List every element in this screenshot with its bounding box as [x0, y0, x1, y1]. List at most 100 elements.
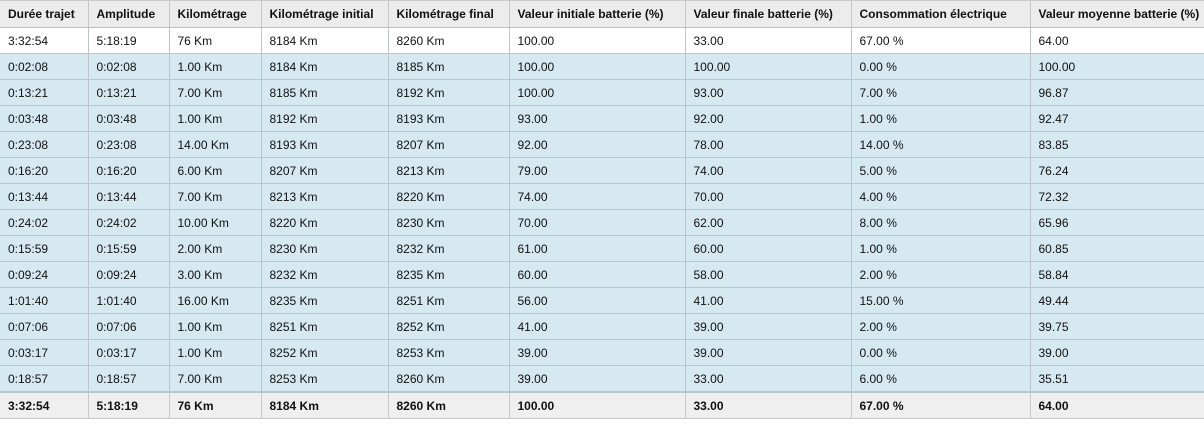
cell-valeur-moyenne-batterie: 49.44: [1030, 287, 1204, 314]
cell-kilometrage: 10.00 Km: [169, 209, 262, 236]
cell-valeur-moyenne-batterie: 76.24: [1030, 157, 1204, 184]
cell-consommation-electrique: 7.00 %: [851, 79, 1031, 106]
cell-kilometrage-initial: 8253 Km: [261, 365, 389, 393]
cell-valeur-finale-batterie: 60.00: [685, 235, 852, 262]
cell-kilometrage: 16.00 Km: [169, 287, 262, 314]
cell-valeur-finale-batterie: 92.00: [685, 105, 852, 132]
cell-duree-trajet: 0:16:20: [0, 157, 89, 184]
cell-amplitude: 1:01:40: [88, 287, 170, 314]
column-header-kilometrage[interactable]: Kilométrage: [169, 0, 262, 28]
cell-valeur-finale-batterie: 93.00: [685, 79, 852, 106]
cell-kilometrage-initial: 8232 Km: [261, 261, 389, 288]
column-header-valeur-finale-batterie[interactable]: Valeur finale batterie (%): [685, 0, 852, 28]
table-row[interactable]: 0:15:59 0:15:59 2.00 Km 8230 Km 8232 Km 61.00…: [0, 235, 1204, 262]
cell-kilometrage-final: 8230 Km: [388, 209, 510, 236]
cell-duree-trajet: 0:03:48: [0, 105, 89, 132]
total-kilometrage-initial: 8184 Km: [261, 391, 389, 419]
cell-duree-trajet: 0:13:21: [0, 79, 89, 106]
cell-valeur-initiale-batterie: 92.00: [509, 131, 686, 158]
cell-kilometrage-final: 8235 Km: [388, 261, 510, 288]
cell-kilometrage: 7.00 Km: [169, 79, 262, 106]
cell-valeur-moyenne-batterie: 72.32: [1030, 183, 1204, 210]
cell-valeur-moyenne-batterie: 100.00: [1030, 53, 1204, 80]
cell-valeur-initiale-batterie: 79.00: [509, 157, 686, 184]
table-row[interactable]: 0:03:17 0:03:17 1.00 Km 8252 Km 8253 Km 39.00…: [0, 339, 1204, 366]
cell-valeur-finale-batterie: 78.00: [685, 131, 852, 158]
cell-valeur-moyenne-batterie: 39.00: [1030, 339, 1204, 366]
cell-kilometrage-initial: 8184 Km: [261, 53, 389, 80]
cell-valeur-initiale-batterie: 60.00: [509, 261, 686, 288]
cell-kilometrage: 7.00 Km: [169, 183, 262, 210]
cell-kilometrage-initial: 8235 Km: [261, 287, 389, 314]
total-kilometrage-final: 8260 Km: [388, 391, 510, 419]
cell-kilometrage: 14.00 Km: [169, 131, 262, 158]
cell-kilometrage-final: 8260 Km: [388, 27, 510, 54]
column-header-consommation-electrique[interactable]: Consommation électrique: [851, 0, 1031, 28]
cell-valeur-initiale-batterie: 39.00: [509, 365, 686, 393]
cell-kilometrage-final: 8232 Km: [388, 235, 510, 262]
header-row: Durée trajet Amplitude Kilométrage Kilométr…: [0, 0, 1204, 28]
cell-valeur-moyenne-batterie: 39.75: [1030, 313, 1204, 340]
cell-duree-trajet: 0:23:08: [0, 131, 89, 158]
cell-duree-trajet: 0:18:57: [0, 365, 89, 393]
cell-kilometrage-final: 8192 Km: [388, 79, 510, 106]
column-header-valeur-initiale-batterie[interactable]: Valeur initiale batterie (%): [509, 0, 686, 28]
table-row[interactable]: 0:03:48 0:03:48 1.00 Km 8192 Km 8193 Km 93.00…: [0, 105, 1204, 132]
table-row[interactable]: 0:13:21 0:13:21 7.00 Km 8185 Km 8192 Km 100.0…: [0, 79, 1204, 106]
cell-valeur-initiale-batterie: 39.00: [509, 339, 686, 366]
cell-amplitude: 0:16:20: [88, 157, 170, 184]
total-amplitude: 5:18:19: [88, 391, 170, 419]
table-row[interactable]: 3:32:54 5:18:19 76 Km 8184 Km 8260 Km 100.00 3…: [0, 27, 1204, 54]
table-row[interactable]: 0:07:06 0:07:06 1.00 Km 8251 Km 8252 Km 41.00…: [0, 313, 1204, 340]
cell-amplitude: 0:18:57: [88, 365, 170, 393]
column-header-duree-trajet[interactable]: Durée trajet: [0, 0, 89, 28]
cell-kilometrage-initial: 8185 Km: [261, 79, 389, 106]
cell-valeur-finale-batterie: 39.00: [685, 313, 852, 340]
table-row[interactable]: 0:16:20 0:16:20 6.00 Km 8207 Km 8213 Km 79.00…: [0, 157, 1204, 184]
cell-consommation-electrique: 15.00 %: [851, 287, 1031, 314]
cell-kilometrage: 7.00 Km: [169, 365, 262, 393]
table-row[interactable]: 0:02:08 0:02:08 1.00 Km 8184 Km 8185 Km 100.0…: [0, 53, 1204, 80]
cell-consommation-electrique: 4.00 %: [851, 183, 1031, 210]
cell-valeur-initiale-batterie: 100.00: [509, 27, 686, 54]
cell-kilometrage-final: 8253 Km: [388, 339, 510, 366]
cell-valeur-moyenne-batterie: 96.87: [1030, 79, 1204, 106]
column-header-kilometrage-final[interactable]: Kilométrage final: [388, 0, 510, 28]
cell-amplitude: 0:23:08: [88, 131, 170, 158]
cell-consommation-electrique: 5.00 %: [851, 157, 1031, 184]
table-row[interactable]: 0:18:57 0:18:57 7.00 Km 8253 Km 8260 Km 39.00…: [0, 365, 1204, 393]
cell-consommation-electrique: 6.00 %: [851, 365, 1031, 393]
cell-consommation-electrique: 1.00 %: [851, 235, 1031, 262]
cell-valeur-moyenne-batterie: 58.84: [1030, 261, 1204, 288]
cell-valeur-finale-batterie: 62.00: [685, 209, 852, 236]
column-header-valeur-moyenne-batterie[interactable]: Valeur moyenne batterie (%): [1030, 0, 1204, 28]
table-row[interactable]: 1:01:40 1:01:40 16.00 Km 8235 Km 8251 Km 56.0…: [0, 287, 1204, 314]
cell-kilometrage-initial: 8252 Km: [261, 339, 389, 366]
cell-kilometrage-initial: 8207 Km: [261, 157, 389, 184]
cell-duree-trajet: 0:24:02: [0, 209, 89, 236]
cell-kilometrage-final: 8207 Km: [388, 131, 510, 158]
cell-amplitude: 0:02:08: [88, 53, 170, 80]
column-header-kilometrage-initial[interactable]: Kilométrage initial: [261, 0, 389, 28]
cell-kilometrage: 1.00 Km: [169, 53, 262, 80]
column-header-amplitude[interactable]: Amplitude: [88, 0, 170, 28]
cell-kilometrage-final: 8193 Km: [388, 105, 510, 132]
cell-amplitude: 0:03:48: [88, 105, 170, 132]
cell-valeur-moyenne-batterie: 60.85: [1030, 235, 1204, 262]
cell-kilometrage-initial: 8251 Km: [261, 313, 389, 340]
table-body: 3:32:54 5:18:19 76 Km 8184 Km 8260 Km 100.00 3…: [0, 27, 1204, 393]
table-footer: 3:32:54 5:18:19 76 Km 8184 Km 8260 Km 100.00 3…: [0, 391, 1204, 419]
cell-amplitude: 0:07:06: [88, 313, 170, 340]
cell-consommation-electrique: 0.00 %: [851, 339, 1031, 366]
cell-duree-trajet: 1:01:40: [0, 287, 89, 314]
total-valeur-finale-batterie: 33.00: [685, 391, 852, 419]
cell-kilometrage: 3.00 Km: [169, 261, 262, 288]
table-row[interactable]: 0:24:02 0:24:02 10.00 Km 8220 Km 8230 Km 70.0…: [0, 209, 1204, 236]
cell-valeur-finale-batterie: 33.00: [685, 27, 852, 54]
table-row[interactable]: 0:09:24 0:09:24 3.00 Km 8232 Km 8235 Km 60.00…: [0, 261, 1204, 288]
cell-valeur-moyenne-batterie: 64.00: [1030, 27, 1204, 54]
cell-kilometrage-final: 8251 Km: [388, 287, 510, 314]
table-row[interactable]: 0:13:44 0:13:44 7.00 Km 8213 Km 8220 Km 74.00…: [0, 183, 1204, 210]
table-row[interactable]: 0:23:08 0:23:08 14.00 Km 8193 Km 8207 Km 92.0…: [0, 131, 1204, 158]
cell-kilometrage: 1.00 Km: [169, 339, 262, 366]
